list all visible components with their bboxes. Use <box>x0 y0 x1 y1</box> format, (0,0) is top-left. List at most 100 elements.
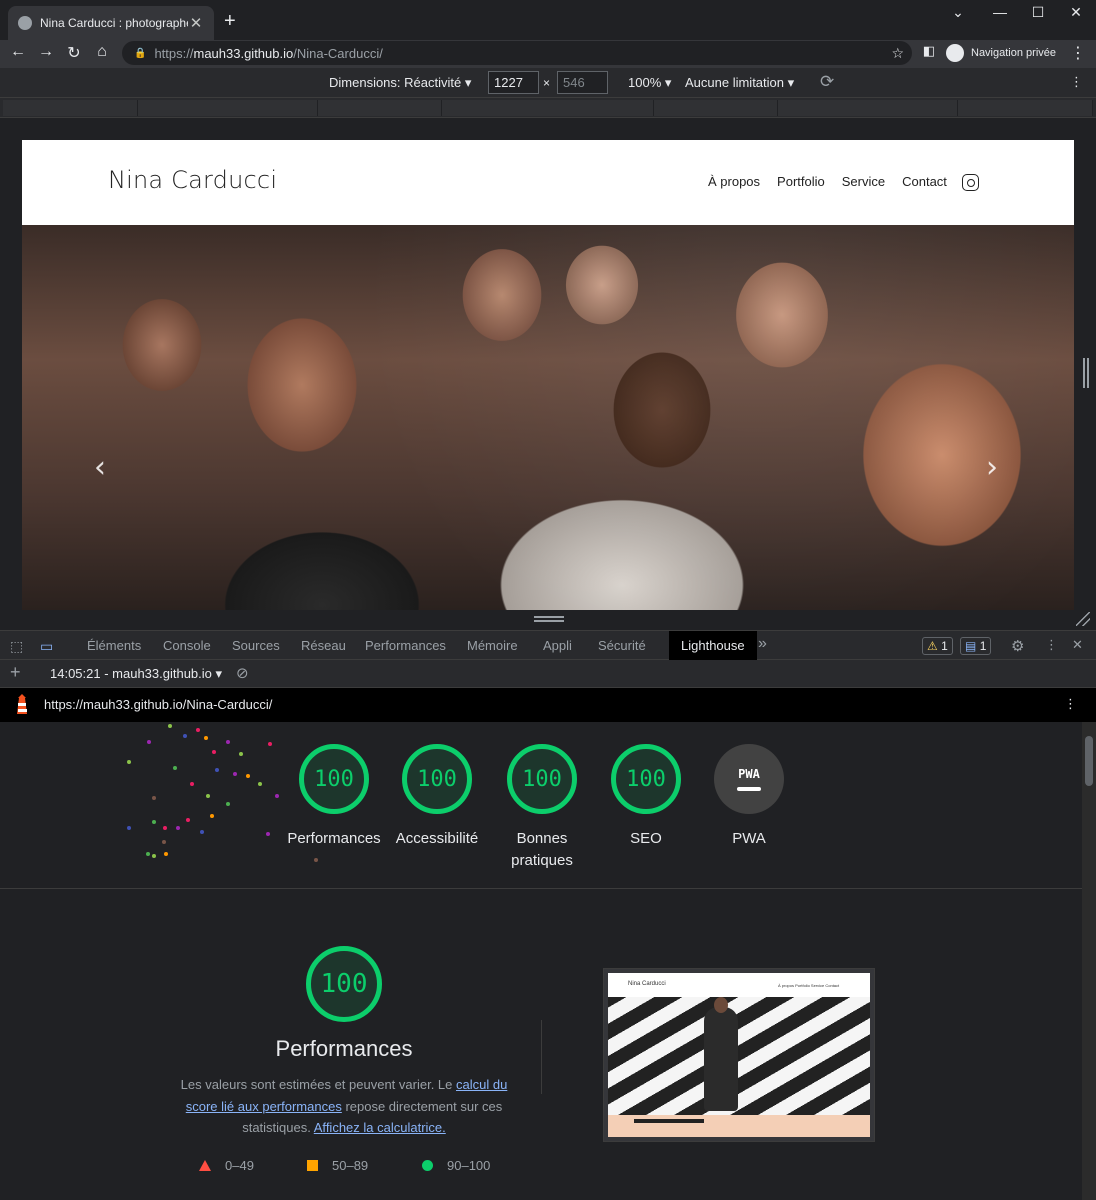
tab-memory[interactable]: Mémoire <box>467 638 518 653</box>
final-screenshot-thumbnail[interactable]: Nina Carducci À propos Portfolio Service… <box>604 969 874 1141</box>
viewport-width-resize-handle[interactable] <box>1083 358 1089 388</box>
media-query-segment[interactable] <box>442 100 654 116</box>
gauge-score: 100 <box>507 744 577 814</box>
report-url[interactable]: https://mauh33.github.io/Nina-Carducci/ <box>44 697 272 712</box>
carousel-next-icon[interactable]: › <box>986 450 998 485</box>
warnings-badge[interactable]: ⚠ 1 <box>922 637 953 655</box>
thumb-person-head <box>714 997 728 1013</box>
report-select[interactable]: 14:05:21 - mauh33.github.io ▾ <box>50 666 222 682</box>
settings-gear-icon[interactable]: ⚙ <box>1011 637 1024 655</box>
maximize-button[interactable]: ☐ <box>1026 4 1050 21</box>
legend-pass-range: 90–100 <box>447 1158 491 1173</box>
dimensions-select[interactable]: Dimensions: Réactivité ▾ <box>329 75 471 91</box>
clear-reports-icon[interactable]: ⊘ <box>236 664 249 682</box>
gauge-best-practices[interactable]: 100 Bonnes pratiques <box>507 744 577 872</box>
reload-button[interactable]: ↻ <box>64 43 84 63</box>
side-panel-icon[interactable]: ◧ <box>919 43 939 59</box>
close-devtools-icon[interactable]: ✕ <box>1072 637 1083 653</box>
confetti-dot <box>212 750 216 754</box>
minimize-button[interactable]: — <box>988 4 1012 20</box>
messages-badge[interactable]: ▤ 1 <box>960 637 992 655</box>
site-title[interactable]: Nina Carducci <box>108 166 277 194</box>
tab-security[interactable]: Sécurité <box>598 638 646 653</box>
tab-lighthouse[interactable]: Lighthouse <box>669 631 757 661</box>
nav-link-contact[interactable]: Contact <box>902 174 947 189</box>
devtools-menu-icon[interactable]: ⋮ <box>1045 637 1058 653</box>
menu-kebab-icon[interactable]: ⋮ <box>1068 43 1088 63</box>
gauge-pwa[interactable]: PWA PWA <box>714 744 784 850</box>
report-scrollbar[interactable] <box>1082 722 1096 1200</box>
nav-link-about[interactable]: À propos <box>708 174 760 189</box>
viewport-width-input[interactable]: 1227 <box>488 71 539 94</box>
tab-elements[interactable]: Éléments <box>87 638 141 653</box>
media-query-segment[interactable] <box>958 100 1093 116</box>
performance-description: Les valeurs sont estimées et peuvent var… <box>172 1074 516 1139</box>
device-toggle-icon[interactable]: ▭ <box>40 638 53 655</box>
vertical-divider <box>541 1020 542 1094</box>
gauge-accessibility[interactable]: 100 Accessibilité <box>396 744 478 850</box>
fail-triangle-icon <box>199 1160 211 1171</box>
forward-button[interactable]: → <box>36 43 56 61</box>
viewport-corner-resize-handle[interactable] <box>1076 612 1090 626</box>
performance-title: Performances <box>275 1036 413 1061</box>
throttle-label: Aucune limitation <box>685 75 784 90</box>
scrollbar-thumb[interactable] <box>1085 736 1093 786</box>
viewport-height-resize-handle[interactable] <box>534 616 564 622</box>
carousel-prev-icon[interactable]: ‹ <box>94 450 106 485</box>
zoom-label: 100% <box>628 75 662 90</box>
nav-link-service[interactable]: Service <box>842 174 885 189</box>
confetti-dot <box>233 772 237 776</box>
calculator-link[interactable]: Affichez la calculatrice. <box>314 1120 446 1135</box>
gauge-performance[interactable]: 100 Performances <box>287 744 381 850</box>
thumb-person-figure <box>704 1007 738 1111</box>
bookmark-star-icon[interactable]: ☆ <box>891 45 904 62</box>
inspect-element-icon[interactable]: ⬚ <box>10 638 23 655</box>
media-query-segment[interactable] <box>3 100 138 116</box>
tab-console[interactable]: Console <box>163 638 211 653</box>
average-square-icon <box>307 1160 318 1171</box>
tab-search-icon[interactable]: ⌄ <box>946 4 970 21</box>
gauge-seo[interactable]: 100 SEO <box>611 744 681 850</box>
report-menu-icon[interactable]: ⋮ <box>1064 696 1077 712</box>
address-bar[interactable]: 🔒 https://mauh33.github.io/Nina-Carducci… <box>122 41 912 65</box>
nav-link-portfolio[interactable]: Portfolio <box>777 174 825 189</box>
gauge-score: 100 <box>402 744 472 814</box>
performance-big-gauge: 100 <box>306 946 382 1022</box>
dimensions-label: Dimensions: Réactivité <box>329 75 462 90</box>
confetti-dot <box>152 854 156 858</box>
media-query-segment[interactable] <box>778 100 958 116</box>
instagram-icon[interactable] <box>962 174 979 191</box>
legend-fail: 0–49 <box>199 1158 254 1173</box>
tab-sources[interactable]: Sources <box>232 638 280 653</box>
device-more-icon[interactable]: ⋮ <box>1070 74 1083 90</box>
message-icon: ▤ <box>965 639 977 653</box>
confetti-dot <box>168 724 172 728</box>
close-tab-icon[interactable]: ✕ <box>188 14 204 32</box>
new-tab-button[interactable]: + <box>224 10 236 33</box>
report-time: 14:05:21 - mauh33.github.io <box>50 666 212 681</box>
zoom-select[interactable]: 100% ▾ <box>628 75 671 91</box>
confetti-dot <box>162 840 166 844</box>
confetti-dot <box>314 858 318 862</box>
close-window-button[interactable]: ✕ <box>1064 4 1088 21</box>
new-report-plus-icon[interactable]: + <box>10 662 21 683</box>
viewport-height-input[interactable]: 546 <box>557 71 608 94</box>
confetti-dot <box>200 830 204 834</box>
media-query-segment[interactable] <box>138 100 318 116</box>
back-button[interactable]: ← <box>8 43 28 61</box>
browser-tab[interactable]: Nina Carducci : photographe pas ✕ <box>8 6 214 40</box>
home-button[interactable]: ⌂ <box>92 43 112 61</box>
media-query-segment[interactable] <box>318 100 442 116</box>
gauge-score: 100 <box>299 744 369 814</box>
more-tabs-icon[interactable]: » <box>758 635 767 653</box>
rotate-icon[interactable]: ⟳ <box>820 72 834 92</box>
gauge-label: Accessibilité <box>395 830 479 847</box>
media-query-segment[interactable] <box>654 100 778 116</box>
tab-performance[interactable]: Performances <box>365 638 446 653</box>
url-host: mauh33.github.io <box>193 45 294 61</box>
tab-application[interactable]: Appli <box>543 638 572 653</box>
throttle-select[interactable]: Aucune limitation ▾ <box>685 75 794 91</box>
confetti-dot <box>206 794 210 798</box>
tab-network[interactable]: Réseau <box>301 638 346 653</box>
profile-button[interactable]: Navigation privée <box>946 42 1056 64</box>
